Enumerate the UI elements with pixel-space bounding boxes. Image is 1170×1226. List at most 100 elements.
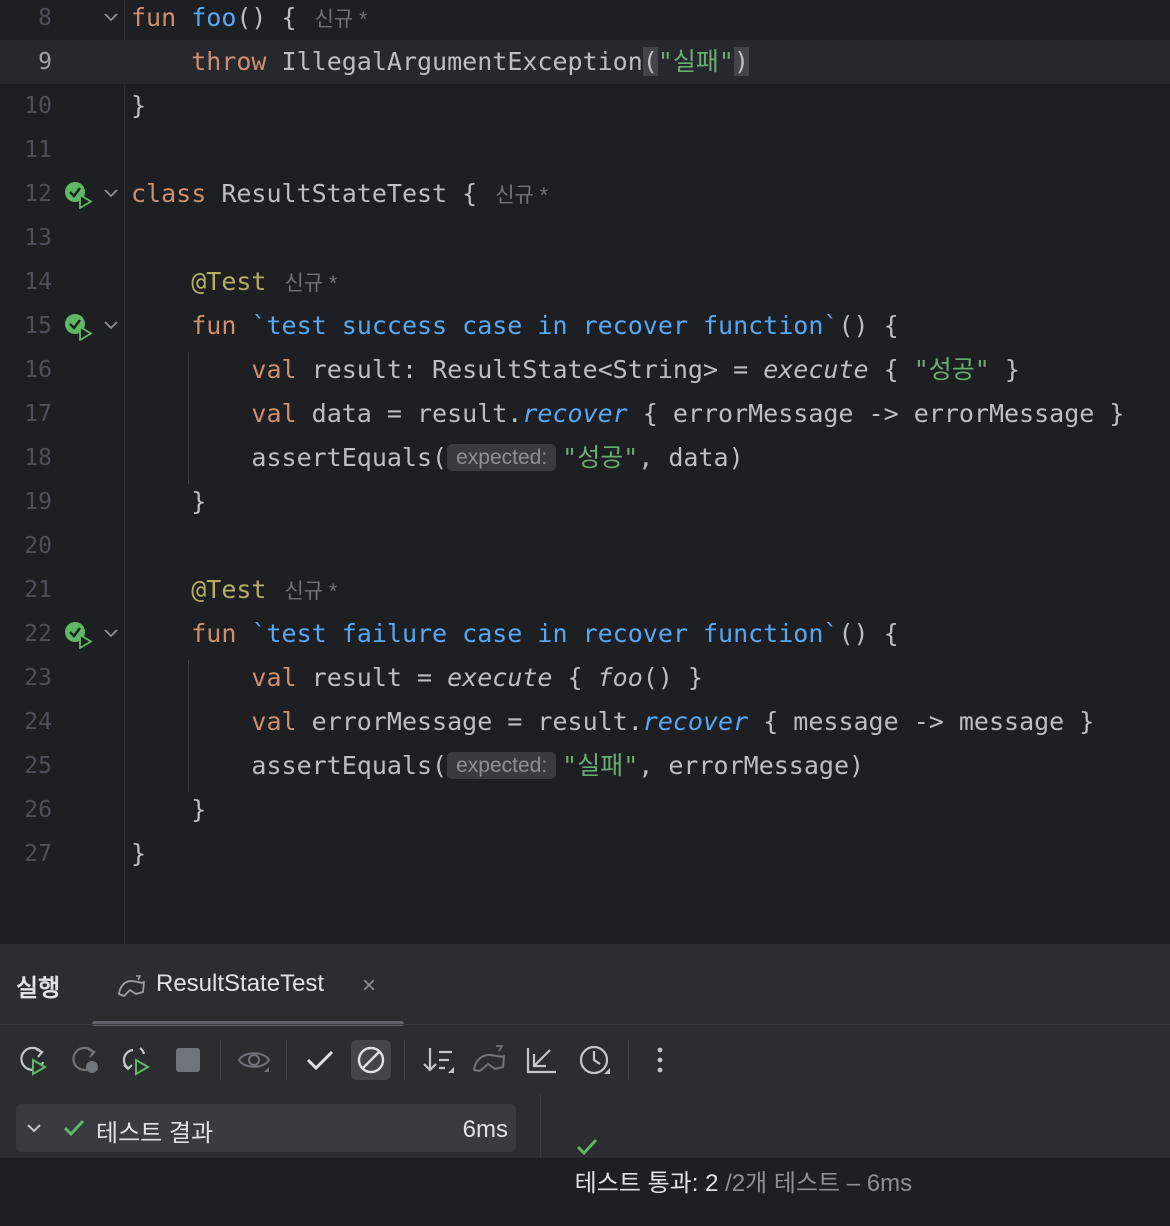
show-passed-button[interactable] [300, 1040, 340, 1080]
show-passed-toggle[interactable] [234, 1040, 274, 1080]
more-options-icon [657, 1047, 663, 1073]
import-tests-button[interactable] [470, 1040, 510, 1080]
code-line[interactable]: 26 } [0, 788, 1170, 832]
stop-button[interactable] [168, 1040, 208, 1080]
function-call: execute [763, 355, 869, 384]
code-editor[interactable]: 8 fun foo() {신규 * 9 throw IllegalArgumen… [0, 0, 1170, 944]
fold-chevron-icon[interactable] [101, 7, 121, 27]
code-line[interactable]: 16 val result: ResultState<String> = exe… [0, 348, 1170, 392]
code-text: assertEquals( [251, 751, 448, 780]
toolbar-separator [220, 1040, 221, 1080]
toolbar-separator [404, 1040, 405, 1080]
function-call: execute [447, 663, 553, 692]
parameter-inlay-hint: expected: [447, 444, 557, 471]
code-line[interactable]: 17 val data = result.recover { errorMess… [0, 392, 1170, 436]
sort-button[interactable] [418, 1040, 458, 1080]
string-literal: "성공" [562, 443, 639, 472]
panel-splitter[interactable] [540, 1094, 541, 1158]
keyword: throw [191, 47, 267, 76]
code-text: () { [236, 3, 297, 32]
vcs-author-hint[interactable]: 신규 * [284, 580, 337, 603]
tests-total-duration: /2개 테스트 – 6ms [718, 1170, 913, 1197]
run-tool-window: 실행 ResultStateTest × 테스트 결과 6ms 테스트 통과: … [0, 944, 1170, 1197]
vcs-author-hint[interactable]: 신규 * [284, 272, 337, 295]
sort-icon [423, 1048, 454, 1073]
test-results-label: 테스트 결과 [96, 1120, 214, 1147]
keyword: fun [191, 619, 237, 648]
fold-chevron-icon[interactable] [101, 315, 121, 335]
code-line[interactable]: 24 val errorMessage = result.recover { m… [0, 700, 1170, 744]
string-literal: "실패" [657, 47, 734, 76]
matched-paren: ( [642, 47, 658, 76]
test-results-duration: 6ms [462, 1116, 508, 1143]
string-literal: "실패" [562, 751, 639, 780]
keyword: val [251, 663, 297, 692]
function-name: `test success case in recover function` [251, 311, 839, 340]
toolbar-separator [628, 1040, 629, 1080]
test-results-root-row[interactable]: 테스트 결과 6ms [16, 1104, 516, 1152]
toggle-auto-test-button[interactable] [116, 1040, 156, 1080]
stop-icon [176, 1048, 200, 1072]
line-number: 26 [24, 797, 52, 823]
show-ignored-button[interactable] [351, 1040, 391, 1080]
line-number: 22 [24, 621, 52, 647]
code-text: () { [838, 311, 899, 340]
code-line[interactable]: 19 } [0, 480, 1170, 524]
code-line[interactable]: 14 @Test 신규 * [0, 260, 1170, 304]
code-line-current[interactable]: 9 throw IllegalArgumentException("실패") [0, 40, 1170, 84]
code-line[interactable]: 8 fun foo() {신규 * [0, 0, 1170, 40]
code-line[interactable]: 13 [0, 216, 1170, 260]
rerun-button[interactable] [14, 1040, 54, 1080]
code-line[interactable]: 15 fun `test success case in recover fun… [0, 304, 1170, 348]
code-text: errorMessage = result. [311, 707, 643, 736]
code-text: } [1004, 355, 1020, 384]
toolbar-separator [286, 1040, 287, 1080]
keyword: val [251, 707, 297, 736]
test-history-button[interactable] [574, 1040, 614, 1080]
code-line[interactable]: 21 @Test 신규 * [0, 568, 1170, 612]
code-text: { [552, 663, 598, 692]
line-number: 19 [24, 489, 52, 515]
fold-chevron-icon[interactable] [101, 623, 121, 643]
vcs-author-hint[interactable]: 신규 * [495, 184, 548, 207]
vcs-author-hint[interactable]: 신규 * [315, 8, 368, 31]
function-name: `test failure case in recover function` [251, 619, 839, 648]
code-text: , errorMessage) [638, 751, 865, 780]
rerun-failed-icon [72, 1046, 98, 1073]
code-line[interactable]: 18 assertEquals(expected: "성공", data) [0, 436, 1170, 480]
code-line[interactable]: 25 assertEquals(expected: "실패", errorMess… [0, 744, 1170, 788]
line-number: 20 [24, 533, 52, 559]
chevron-down-icon[interactable] [24, 1118, 44, 1138]
keyword: val [251, 399, 297, 428]
run-test-passed-icon[interactable] [64, 313, 94, 341]
fold-chevron-icon[interactable] [101, 183, 121, 203]
run-test-passed-icon[interactable] [64, 621, 94, 649]
code-line[interactable]: 10 } [0, 84, 1170, 128]
code-line[interactable]: 23 val result = execute { foo() } [0, 656, 1170, 700]
run-test-passed-icon[interactable] [64, 181, 94, 209]
code-line[interactable]: 22 fun `test failure case in recover fun… [0, 612, 1170, 656]
line-number: 11 [24, 137, 52, 163]
close-icon[interactable]: × [362, 972, 376, 1000]
string-literal: "성공" [913, 355, 990, 384]
code-line[interactable]: 12 class ResultStateTest {신규 * [0, 172, 1170, 216]
tab-label: ResultStateTest [156, 970, 325, 997]
run-configuration-tab[interactable]: ResultStateTest × [92, 958, 404, 1026]
code-text: } [131, 91, 147, 120]
extension-function-call: recover [642, 707, 749, 736]
code-text: } [131, 839, 147, 868]
line-number: 14 [24, 269, 52, 295]
code-line[interactable]: 11 [0, 128, 1170, 172]
code-text: () } [642, 663, 703, 692]
line-number: 12 [24, 181, 52, 207]
more-options-button[interactable] [640, 1040, 680, 1080]
code-line[interactable]: 20 [0, 524, 1170, 568]
class-name: ResultStateTest [221, 179, 448, 208]
collapse-all-button[interactable] [522, 1040, 562, 1080]
code-line[interactable]: 27 } [0, 832, 1170, 876]
code-text: } [191, 795, 207, 824]
code-text: , data) [638, 443, 744, 472]
rerun-failed-button[interactable] [66, 1040, 106, 1080]
rerun-icon [20, 1046, 47, 1076]
function-name: foo [191, 3, 237, 32]
